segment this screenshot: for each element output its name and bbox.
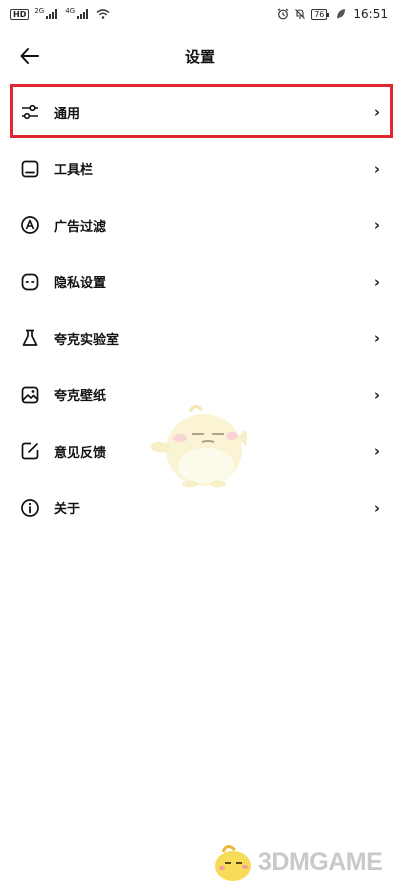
page-title: 设置 [184,48,215,66]
chevron-right-icon: › [373,216,380,235]
clock: 16:51 [353,7,388,21]
chevron-right-icon: › [373,442,380,461]
leaf-icon [337,9,346,19]
privacy-icon [20,272,40,292]
status-bar-left: HD 2G 4G [10,6,110,20]
status-bar: HD 2G 4G 76 16:51 [0,0,400,28]
toolbar-icon [20,159,40,179]
settings-item-general[interactable]: 通用 › [0,84,400,141]
brand-watermark-text: 3DMGAME [258,848,383,876]
hd-badge: HD [10,8,30,20]
chevron-right-icon: › [373,103,380,122]
signal-icon [46,9,58,19]
sliders-icon [20,102,40,122]
settings-item-label: 工具栏 [54,163,94,179]
settings-item-label: 夸克壁纸 [54,389,107,405]
network-label-2: 4G [65,6,76,15]
chevron-right-icon: › [373,385,380,404]
chevron-right-icon: › [373,329,380,348]
chevron-right-icon: › [373,272,380,291]
wifi-icon [96,9,110,19]
chevron-right-icon: › [373,498,380,517]
settings-item-label: 隐私设置 [54,276,107,292]
network-label-1: 2G [34,6,45,15]
battery-indicator: 76 [311,8,330,20]
status-bar-right: 76 16:51 [277,7,388,21]
mascot-watermark-icon [150,405,247,488]
settings-item-toolbar[interactable]: 工具栏 › [0,141,400,198]
settings-item-ad-filter[interactable]: 广告过滤 › [0,197,400,254]
info-icon [20,498,40,518]
signal-icon [77,9,89,19]
settings-item-label: 广告过滤 [54,219,107,235]
header: 设置 [0,34,400,78]
wallpaper-icon [20,385,40,405]
settings-item-label: 意见反馈 [54,445,107,461]
mute-icon [295,9,306,19]
flask-icon [20,328,40,348]
ad-filter-icon [20,215,40,235]
feedback-icon [20,441,40,461]
settings-item-label: 通用 [54,106,81,122]
settings-item-lab[interactable]: 夸克实验室 › [0,310,400,367]
settings-item-label: 关于 [54,502,81,518]
settings-item-label: 夸克实验室 [54,332,120,348]
alarm-icon [277,8,289,20]
settings-item-privacy[interactable]: 隐私设置 › [0,254,400,311]
chevron-right-icon: › [373,159,380,178]
